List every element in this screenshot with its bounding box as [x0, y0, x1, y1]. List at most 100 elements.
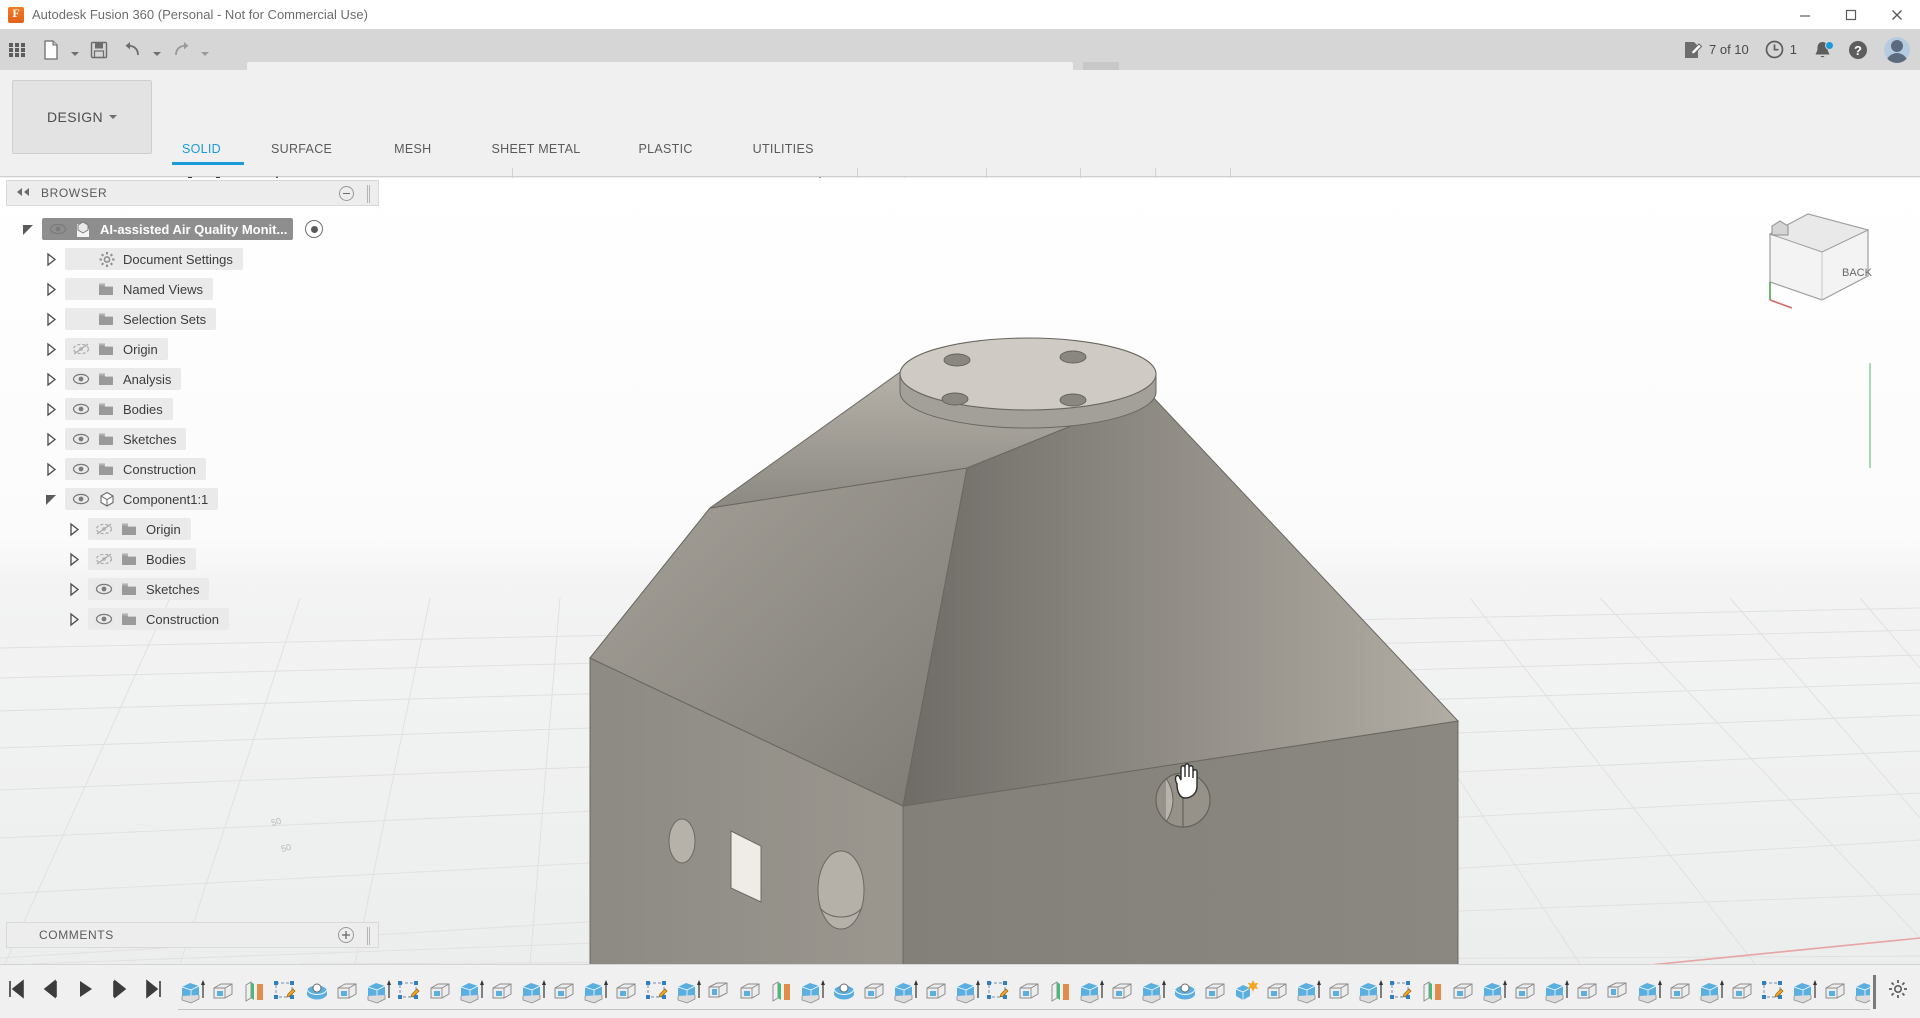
tree-item-selection-sets[interactable]: Selection Sets	[6, 304, 379, 334]
eye-visible-icon[interactable]	[94, 582, 114, 596]
timeline-feature-52[interactable]	[1790, 977, 1820, 1007]
eye-hidden-icon[interactable]	[94, 522, 114, 536]
document-count-status[interactable]: 7 of 10	[1683, 41, 1749, 59]
tree-item-content[interactable]: Bodies	[65, 398, 173, 420]
expander-collapsed-icon[interactable]	[43, 342, 59, 357]
eye-hidden-icon[interactable]	[94, 552, 114, 566]
tree-item-content[interactable]: Bodies	[88, 548, 196, 570]
minimize-icon[interactable]	[1782, 0, 1828, 29]
tree-item-content[interactable]: Origin	[65, 338, 168, 360]
app-grid-button[interactable]	[0, 29, 34, 70]
new-file-button[interactable]	[34, 29, 68, 70]
save-button[interactable]	[82, 29, 116, 70]
tree-item-content[interactable]: Sketches	[65, 428, 186, 450]
close-icon[interactable]	[1874, 0, 1920, 29]
new-file-caret-icon[interactable]	[68, 29, 82, 70]
timeline-feature-23[interactable]	[891, 977, 921, 1007]
timeline-feature-35[interactable]	[1263, 977, 1293, 1007]
timeline-feature-40[interactable]	[1418, 977, 1448, 1007]
eye-visible-icon[interactable]	[71, 402, 91, 416]
eye-visible-icon[interactable]	[94, 612, 114, 626]
collapse-left-icon[interactable]	[15, 184, 31, 202]
timeline-feature-36[interactable]	[1294, 977, 1324, 1007]
timeline-feature-26[interactable]	[984, 977, 1014, 1007]
history-status[interactable]: 1	[1765, 40, 1797, 59]
timeline-feature-10[interactable]	[488, 977, 518, 1007]
tab-surface[interactable]: SURFACE	[261, 142, 342, 164]
timeline-feature-16[interactable]	[674, 977, 704, 1007]
timeline-feature-2[interactable]	[240, 977, 270, 1007]
timeline-settings-button[interactable]	[1888, 979, 1908, 1004]
tree-item-bodies[interactable]: Bodies	[6, 544, 379, 574]
expander-collapsed-icon[interactable]	[43, 402, 59, 417]
undo-caret-icon[interactable]	[150, 29, 164, 70]
timeline-feature-19[interactable]	[767, 977, 797, 1007]
expander-collapsed-icon[interactable]	[43, 282, 59, 297]
expander-collapsed-icon[interactable]	[66, 522, 82, 537]
expander-collapsed-icon[interactable]	[66, 612, 82, 627]
user-avatar-icon[interactable]	[1884, 37, 1910, 63]
timeline-feature-46[interactable]	[1604, 977, 1634, 1007]
timeline-feature-8[interactable]	[426, 977, 456, 1007]
tree-item-origin[interactable]: Origin	[6, 514, 379, 544]
timeline-feature-48[interactable]	[1666, 977, 1696, 1007]
tree-item-sketches[interactable]: Sketches	[6, 574, 379, 604]
timeline-begin-button[interactable]	[6, 975, 28, 1003]
timeline-feature-15[interactable]	[643, 977, 673, 1007]
eye-visible-icon[interactable]	[71, 372, 91, 386]
tree-item-bodies[interactable]: Bodies	[6, 394, 379, 424]
timeline-feature-30[interactable]	[1108, 977, 1138, 1007]
tree-item-named-views[interactable]: Named Views	[6, 274, 379, 304]
timeline-feature-33[interactable]	[1201, 977, 1231, 1007]
tab-sheet-metal[interactable]: SHEET METAL	[481, 142, 590, 164]
timeline-feature-17[interactable]	[705, 977, 735, 1007]
timeline-feature-38[interactable]	[1356, 977, 1386, 1007]
timeline-feature-track[interactable]	[178, 973, 1870, 1011]
timeline-feature-0[interactable]	[178, 977, 208, 1007]
expander-collapsed-icon[interactable]	[43, 432, 59, 447]
eye-visible-icon[interactable]	[71, 492, 91, 506]
timeline-feature-45[interactable]	[1573, 977, 1603, 1007]
timeline-feature-32[interactable]	[1170, 977, 1200, 1007]
tab-solid[interactable]: SOLID	[172, 142, 231, 164]
tree-item-content[interactable]: Component1:1	[65, 488, 218, 510]
tab-utilities[interactable]: UTILITIES	[743, 142, 824, 164]
redo-caret-icon[interactable]	[198, 29, 212, 70]
timeline-feature-24[interactable]	[922, 977, 952, 1007]
expander-collapsed-icon[interactable]	[43, 462, 59, 477]
timeline-end-button[interactable]	[142, 975, 164, 1003]
panel-grip[interactable]	[367, 185, 370, 203]
tree-item-content[interactable]: Construction	[65, 458, 206, 480]
timeline-feature-50[interactable]	[1728, 977, 1758, 1007]
expander-expanded-icon[interactable]	[20, 222, 36, 237]
tree-item-content[interactable]: Sketches	[88, 578, 209, 600]
eye-hidden-icon[interactable]	[71, 342, 91, 356]
timeline-feature-31[interactable]	[1139, 977, 1169, 1007]
timeline-play-button[interactable]	[74, 975, 96, 1003]
tree-item-sketches[interactable]: Sketches	[6, 424, 379, 454]
component-activate-icon[interactable]	[305, 220, 323, 238]
tree-item-content[interactable]: Analysis	[65, 368, 181, 390]
timeline-feature-3[interactable]	[271, 977, 301, 1007]
timeline-feature-29[interactable]	[1077, 977, 1107, 1007]
timeline-feature-9[interactable]	[457, 977, 487, 1007]
timeline-step-back-button[interactable]	[40, 975, 62, 1003]
eye-visible-icon[interactable]	[71, 432, 91, 446]
timeline-feature-22[interactable]	[860, 977, 890, 1007]
tree-item-origin[interactable]: Origin	[6, 334, 379, 364]
tree-item-content[interactable]: AI-assisted Air Quality Monit...	[42, 218, 293, 240]
timeline-end-marker[interactable]	[1873, 975, 1876, 1009]
tree-item-construction[interactable]: Construction	[6, 454, 379, 484]
tree-item-construction[interactable]: Construction	[6, 604, 379, 634]
timeline-step-forward-button[interactable]	[108, 975, 130, 1003]
timeline-feature-44[interactable]	[1542, 977, 1572, 1007]
timeline-feature-11[interactable]	[519, 977, 549, 1007]
expander-collapsed-icon[interactable]	[43, 312, 59, 327]
timeline-feature-21[interactable]	[829, 977, 859, 1007]
timeline-feature-41[interactable]	[1449, 977, 1479, 1007]
maximize-icon[interactable]	[1828, 0, 1874, 29]
timeline-feature-4[interactable]	[302, 977, 332, 1007]
timeline-feature-1[interactable]	[209, 977, 239, 1007]
tab-mesh[interactable]: MESH	[384, 142, 441, 164]
timeline-feature-39[interactable]	[1387, 977, 1417, 1007]
